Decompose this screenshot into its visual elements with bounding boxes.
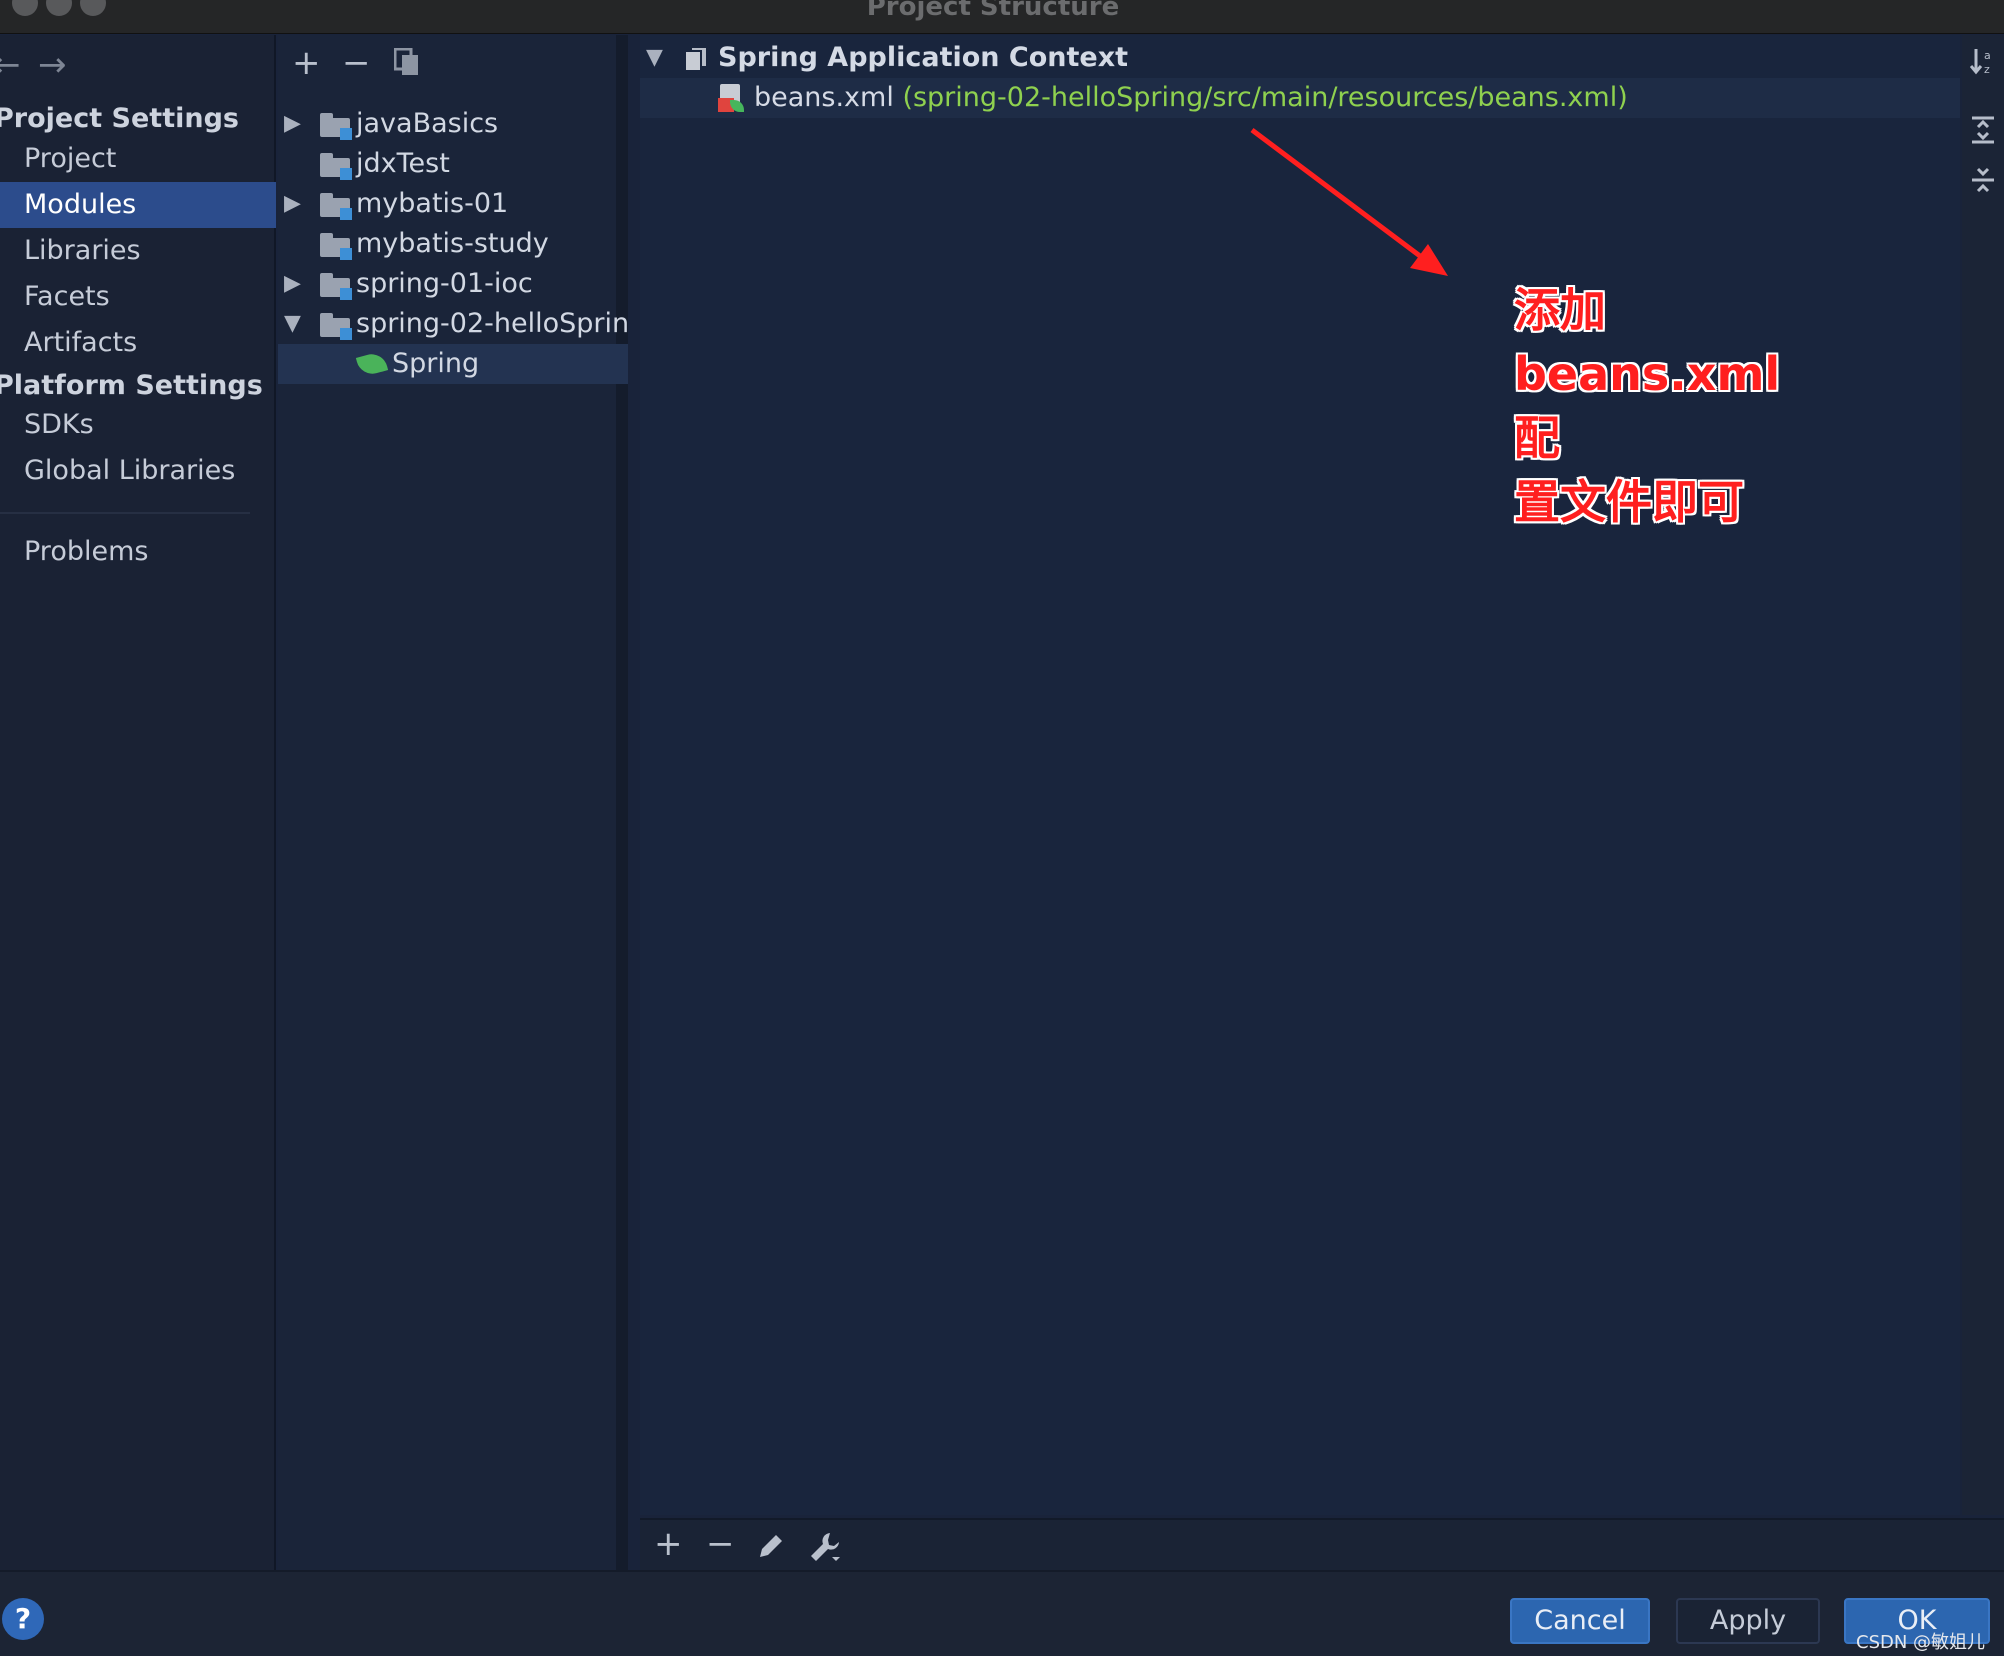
watermark: CSDN @敏姐儿 <box>1856 1632 1986 1653</box>
context-title: Spring Application Context <box>718 42 1129 73</box>
config-file-path: (spring-02-helloSpring/src/main/resource… <box>902 82 1628 113</box>
project-settings-heading: Project Settings <box>0 103 239 134</box>
tree-item-mybatis-study[interactable]: mybatis-study <box>278 224 628 264</box>
config-file-name: beans.xml <box>754 82 894 113</box>
spring-leaf-icon <box>355 350 389 378</box>
tree-item-jdxtest[interactable]: jdxTest <box>278 144 628 184</box>
remove-module-button[interactable]: − <box>342 43 371 83</box>
tree-item-label: mybatis-study <box>356 228 549 259</box>
collapse-all-icon[interactable] <box>1970 165 1996 202</box>
tree-item-label: javaBasics <box>356 108 499 139</box>
context-file-row[interactable]: beans.xml (spring-02-helloSpring/src/mai… <box>640 78 1960 118</box>
sidebar-item-modules[interactable]: Modules <box>0 182 276 228</box>
collapse-arrow-icon[interactable]: ▼ <box>646 38 663 78</box>
tree-item-mybatis-01[interactable]: ▶ mybatis-01 <box>278 184 628 224</box>
module-tree-panel: + − ▶ javaBasics jdxTest ▶ mybatis-01 my… <box>278 35 628 1570</box>
annotation-note: 添加 beans.xml配 置文件即可 <box>1514 278 1824 534</box>
help-button[interactable]: ? <box>2 1598 44 1640</box>
dialog-footer: ? Cancel Apply OK CSDN @敏姐儿 <box>0 1570 2004 1656</box>
expand-arrow-icon[interactable]: ▶ <box>284 264 301 304</box>
expand-arrow-icon[interactable]: ▶ <box>284 184 301 224</box>
expand-arrow-icon[interactable]: ▶ <box>284 104 301 144</box>
tree-item-label: mybatis-01 <box>356 188 509 219</box>
settings-sidebar: ← → Project Settings Project Modules Lib… <box>0 35 276 1570</box>
annotation-line: 添加 <box>1514 283 1606 337</box>
context-toolbar: + − <box>640 1518 2004 1570</box>
wrench-icon[interactable] <box>808 1530 842 1573</box>
window-title: Project Structure <box>866 0 1120 22</box>
forward-arrow-icon[interactable]: → <box>38 45 67 85</box>
tree-item-label: spring-02-helloSpring <box>356 308 628 339</box>
spring-xml-file-icon <box>718 84 746 114</box>
sidebar-item-problems[interactable]: Problems <box>0 529 276 575</box>
platform-settings-heading: Platform Settings <box>0 370 263 401</box>
module-folder-icon <box>320 313 352 340</box>
sidebar-item-sdks[interactable]: SDKs <box>0 402 276 448</box>
tree-item-javabasics[interactable]: ▶ javaBasics <box>278 104 628 144</box>
expand-all-icon[interactable] <box>1970 115 1996 152</box>
cancel-button[interactable]: Cancel <box>1510 1598 1650 1644</box>
context-files-icon <box>684 46 708 72</box>
sidebar-divider <box>0 512 250 514</box>
spring-context-panel: ▼ Spring Application Context beans.xml (… <box>640 35 1960 1515</box>
tree-item-spring-facet[interactable]: Spring <box>278 344 628 384</box>
sort-alpha-icon[interactable]: az <box>1969 47 1996 84</box>
sidebar-item-project[interactable]: Project <box>0 136 276 182</box>
pencil-icon[interactable] <box>756 1530 786 1570</box>
module-folder-icon <box>320 153 352 180</box>
add-context-button[interactable]: + <box>654 1524 683 1564</box>
sidebar-item-libraries[interactable]: Libraries <box>0 228 276 274</box>
apply-button[interactable]: Apply <box>1676 1598 1820 1644</box>
annotation-line: beans.xml配 <box>1514 347 1781 465</box>
tree-item-label: Spring <box>392 348 480 379</box>
tree-item-label: jdxTest <box>356 148 450 179</box>
svg-text:a: a <box>1984 49 1991 62</box>
svg-text:z: z <box>1984 63 1990 76</box>
sidebar-item-artifacts[interactable]: Artifacts <box>0 320 276 366</box>
collapse-arrow-icon[interactable]: ▼ <box>284 304 301 344</box>
title-bar: Project Structure <box>0 0 2004 34</box>
copy-icon[interactable] <box>393 45 420 85</box>
annotation-line: 置文件即可 <box>1514 475 1744 529</box>
sidebar-item-global-libraries[interactable]: Global Libraries <box>0 448 276 494</box>
module-folder-icon <box>320 233 352 260</box>
tree-item-spring-02-hellospring[interactable]: ▼ spring-02-helloSpring <box>278 304 628 344</box>
tree-item-label: spring-01-ioc <box>356 268 533 299</box>
module-folder-icon <box>320 193 352 220</box>
sidebar-item-facets[interactable]: Facets <box>0 274 276 320</box>
back-arrow-icon[interactable]: ← <box>0 45 21 85</box>
remove-context-button[interactable]: − <box>706 1524 735 1564</box>
module-folder-icon <box>320 113 352 140</box>
module-folder-icon <box>320 273 352 300</box>
right-toolbar: az <box>1962 35 2004 1515</box>
context-header-row[interactable]: ▼ Spring Application Context <box>640 38 1960 78</box>
add-module-button[interactable]: + <box>292 43 321 83</box>
tree-item-spring-01-ioc[interactable]: ▶ spring-01-ioc <box>278 264 628 304</box>
